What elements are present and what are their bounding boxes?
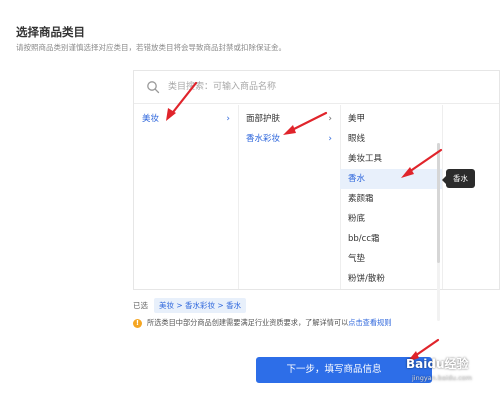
category-item[interactable]: 美妆工具 [340,149,442,169]
category-search-bar[interactable] [134,71,499,104]
category-item-label: 香水彩妆 [246,134,281,144]
category-item[interactable]: 眼线 [340,129,442,149]
watermark-url: jingyan.baidu.com [412,374,472,382]
category-item[interactable]: 粉底 [340,209,442,229]
category-tooltip: 香水 [442,169,475,188]
qualification-notice: ! 所选类目中部分商品创建需要满足行业资质要求，了解详情可以 点击查看规则 [133,318,391,328]
chevron-right-icon: › [328,114,332,124]
category-item-label: 美妆 [142,114,160,124]
category-search-input[interactable] [166,81,470,93]
category-item[interactable]: 粉饼/散粉 [340,269,442,289]
category-item[interactable]: bb/cc霜 [340,229,442,249]
notice-text: 所选类目中部分商品创建需要满足行业资质要求，了解详情可以 [147,318,349,327]
category-item-xiangshui-caizhuang[interactable]: 香水彩妆 › [238,129,340,149]
category-selection-page: 选择商品类目 请按照商品类别谨慎选择对应类目，若错放类目将会导致商品封禁或扣除保… [0,0,500,399]
chevron-right-icon: › [226,114,230,124]
chevron-right-icon: › [328,134,332,144]
category-column-level3: 美甲 眼线 美妆工具 香水 素颜霜 粉底 bb/cc霜 气垫 粉饼/散粉 [340,105,443,321]
watermark-logo: Baidu经验 [406,357,469,371]
category-item[interactable]: 美甲 [340,109,442,129]
warning-icon: ! [133,318,142,328]
category-item-selected[interactable]: 香水 [340,169,442,189]
selected-category-tag: 美妆 > 香水彩妆 > 香水 [154,298,247,313]
category-item-label: 面部护肤 [246,114,281,124]
selected-label: 已选 [133,301,148,310]
scrollbar-thumb[interactable] [437,143,440,263]
category-column-level4 [442,105,500,289]
view-rules-link[interactable]: 点击查看规则 [348,318,391,328]
category-item[interactable]: 气垫 [340,249,442,269]
category-item[interactable]: 素颜霜 [340,189,442,209]
category-item-meizhuang[interactable]: 美妆 › [134,109,238,129]
selected-category-row: 已选 美妆 > 香水彩妆 > 香水 [133,298,247,313]
search-icon [146,80,160,94]
category-column-level2: 面部护肤 › 香水彩妆 › [238,105,341,289]
page-title: 选择商品类目 [16,25,85,39]
column-scrollbar[interactable] [437,143,440,321]
category-column-level1: 美妆 › [134,105,239,289]
page-description: 请按照商品类别谨慎选择对应类目，若错放类目将会导致商品封禁或扣除保证金。 [16,43,286,52]
category-item-mianbu-hufu[interactable]: 面部护肤 › [238,109,340,129]
